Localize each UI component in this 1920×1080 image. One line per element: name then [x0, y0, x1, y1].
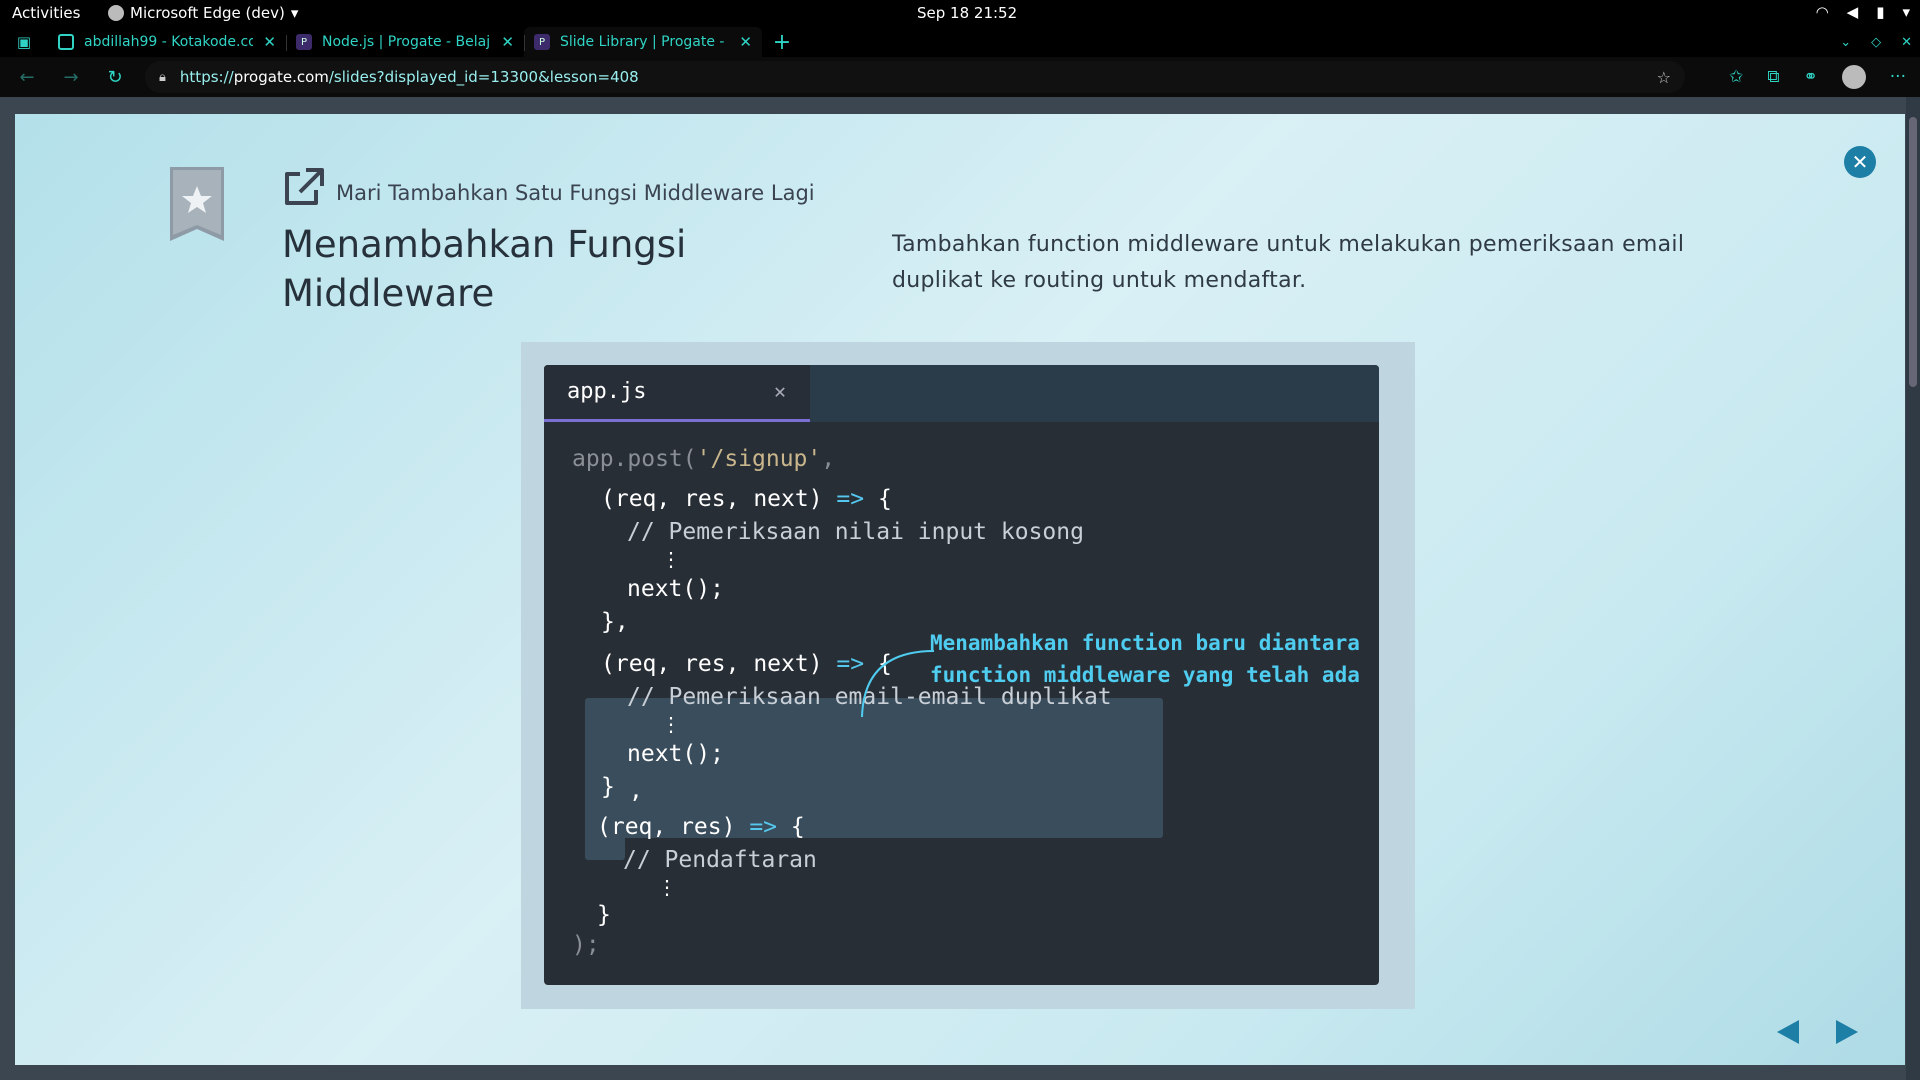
- tab-title: Slide Library | Progate - Belajar: [560, 34, 729, 50]
- next-slide-button[interactable]: [1832, 1018, 1860, 1046]
- editor-tab-app-js: app.js ✕: [544, 365, 810, 422]
- kotakode-favicon-icon: [58, 34, 74, 50]
- slide-subtitle: Mari Tambahkan Satu Fungsi Middleware La…: [336, 181, 815, 205]
- code-line: (req, res, next) => {: [601, 486, 892, 512]
- caret-down-icon: ▾: [290, 4, 299, 22]
- activities-button[interactable]: Activities: [12, 4, 80, 22]
- collections-icon[interactable]: ⧉: [1767, 67, 1779, 87]
- tab-progate-nodejs[interactable]: P Node.js | Progate - Belajar ✕: [286, 27, 524, 57]
- restore-icon[interactable]: ◇: [1871, 35, 1881, 50]
- url-host: progate.com: [233, 68, 329, 86]
- annotation-callout-line: [861, 650, 934, 717]
- tab-slide-library[interactable]: P Slide Library | Progate - Belajar ✕: [524, 27, 762, 57]
- code-line: ,: [629, 778, 643, 804]
- editor-filename: app.js: [567, 379, 647, 404]
- edge-app-icon: [108, 5, 124, 21]
- favorites-icon[interactable]: ✩: [1729, 67, 1743, 87]
- lock-icon[interactable]: 🔒︎: [159, 70, 166, 85]
- page-scrollbar[interactable]: [1906, 97, 1920, 1080]
- url-text[interactable]: https://progate.com/slides?displayed_id=…: [180, 68, 1643, 86]
- power-menu-icon: ▾: [1902, 3, 1910, 21]
- code-line: }: [601, 774, 615, 800]
- app-name: Microsoft Edge (dev): [130, 4, 285, 22]
- code-annotation: Menambahkan function baru diantara funct…: [930, 631, 1360, 687]
- slide-description: Tambahkan function middleware untuk mela…: [892, 232, 1685, 293]
- tab-kotakode[interactable]: abdillah99 - Kotakode.com ✕: [48, 27, 286, 57]
- plus-icon: +: [772, 29, 792, 55]
- close-tab-icon[interactable]: ✕: [501, 33, 514, 51]
- close-tab-icon[interactable]: ✕: [739, 33, 752, 51]
- back-button[interactable]: ←: [5, 67, 49, 88]
- code-comment: // Pendaftaran: [623, 847, 817, 873]
- url-scheme: https://: [179, 68, 234, 86]
- code-editor: app.js ✕ app.post('/signup', (req, res, …: [544, 365, 1379, 985]
- app-menu[interactable]: Microsoft Edge (dev) ▾: [108, 4, 298, 22]
- new-tab-button[interactable]: +: [762, 27, 802, 57]
- code-body: app.post('/signup', (req, res, next) => …: [544, 422, 1379, 985]
- tab-title: Node.js | Progate - Belajar: [322, 34, 492, 50]
- editor-close-icon: ✕: [773, 379, 786, 403]
- code-line: (req, res) => {: [597, 814, 805, 840]
- close-slide-button[interactable]: ✕: [1844, 146, 1876, 178]
- url-path: /slides?displayed_id=13300&lesson=408: [328, 68, 639, 86]
- address-toolbar: ← → ↻ 🔒︎ https://progate.com/slides?disp…: [0, 57, 1920, 97]
- page-viewport: Mari Tambahkan Satu Fungsi Middleware La…: [0, 97, 1920, 1080]
- battery-icon: ▮: [1876, 3, 1885, 21]
- slide-title: Menambahkan Fungsi Middleware: [282, 223, 687, 315]
- bookmark-star-icon[interactable]: [170, 167, 224, 241]
- volume-icon: ◀: [1846, 3, 1859, 21]
- system-top-bar: Activities Microsoft Edge (dev) ▾ Sep 18…: [0, 0, 1920, 27]
- slide-modal: Mari Tambahkan Satu Fungsi Middleware La…: [15, 114, 1905, 1065]
- share-icon[interactable]: ⚭: [1804, 67, 1818, 87]
- code-line: );: [572, 932, 600, 958]
- tab-actions-button[interactable]: ▣: [0, 27, 48, 57]
- code-line: next();: [627, 576, 724, 602]
- slide-header: Mari Tambahkan Satu Fungsi Middleware La…: [282, 166, 882, 318]
- code-line: app.post('/signup',: [572, 446, 836, 472]
- code-line: },: [601, 609, 629, 635]
- scrollbar-thumb[interactable]: [1909, 117, 1917, 387]
- system-tray[interactable]: ◠ ◀ ▮ ▾: [1816, 3, 1910, 21]
- code-line: next();: [627, 741, 724, 767]
- code-ellipsis: ⋮: [661, 547, 681, 571]
- code-comment: // Pemeriksaan nilai input kosong: [627, 519, 1084, 545]
- progate-favicon-icon: P: [296, 34, 312, 50]
- code-ellipsis: ⋮: [661, 712, 681, 736]
- browser-toolbar: ✩ ⧉ ⚭ ···: [1729, 57, 1906, 97]
- close-window-icon[interactable]: ✕: [1901, 35, 1912, 50]
- close-tab-icon[interactable]: ✕: [263, 33, 276, 51]
- more-menu-icon[interactable]: ···: [1890, 67, 1906, 87]
- refresh-button[interactable]: ↻: [93, 67, 137, 88]
- clock[interactable]: Sep 18 21:52: [917, 4, 1017, 22]
- tab-search-icon[interactable]: ⌄: [1840, 35, 1851, 50]
- code-line: }: [597, 902, 611, 928]
- tab-actions-icon: ▣: [16, 33, 32, 51]
- address-bar[interactable]: 🔒︎ https://progate.com/slides?displayed_…: [145, 61, 1685, 93]
- tab-strip: ▣ abdillah99 - Kotakode.com ✕ P Node.js …: [0, 27, 1920, 57]
- wifi-icon: ◠: [1815, 3, 1829, 21]
- window-controls: ⌄ ◇ ✕: [1840, 27, 1912, 57]
- forward-button[interactable]: →: [49, 67, 93, 88]
- external-link-icon[interactable]: [282, 166, 326, 208]
- close-icon: ✕: [1851, 150, 1869, 174]
- profile-avatar[interactable]: [1841, 65, 1866, 89]
- previous-slide-button[interactable]: [1775, 1018, 1803, 1046]
- code-figure: app.js ✕ app.post('/signup', (req, res, …: [521, 342, 1415, 1009]
- subtitle-row: Mari Tambahkan Satu Fungsi Middleware La…: [282, 166, 882, 208]
- editor-tab-bar: app.js ✕: [544, 365, 1379, 422]
- progate-favicon-icon: P: [534, 34, 550, 50]
- code-line: (req, res, next) => {: [601, 651, 892, 677]
- code-ellipsis: ⋮: [657, 875, 677, 899]
- add-favorite-icon[interactable]: ☆: [1657, 68, 1671, 87]
- tab-title: abdillah99 - Kotakode.com: [84, 34, 254, 50]
